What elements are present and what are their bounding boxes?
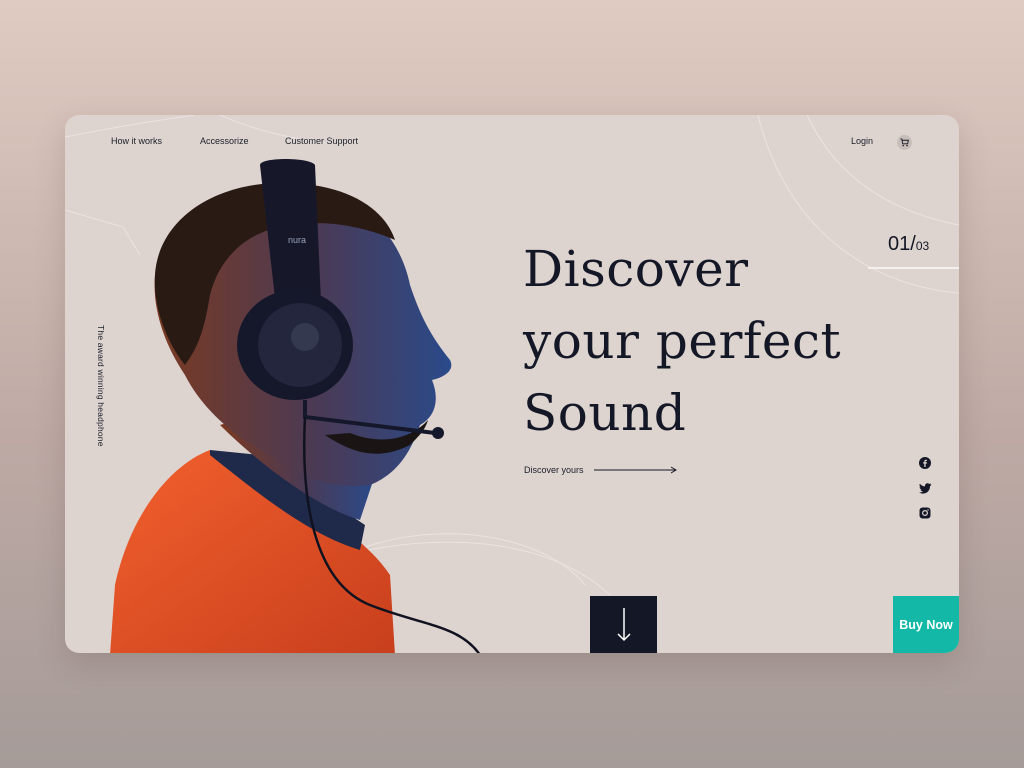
slide-progress-line [868, 267, 959, 269]
login-link[interactable]: Login [851, 136, 873, 146]
nav-link-accessorize[interactable]: Accessorize [200, 136, 249, 146]
arrow-down-icon [616, 607, 631, 641]
scroll-down-button[interactable] [590, 596, 657, 653]
cart-button[interactable] [897, 135, 912, 150]
discover-cta-label[interactable]: Discover yours [524, 465, 584, 475]
twitter-icon [918, 482, 931, 494]
hero-image: nura [110, 159, 481, 653]
headphone-brand-text: nura [288, 235, 306, 245]
slide-total: 03 [915, 239, 930, 253]
nav-link-how-it-works[interactable]: How it works [111, 136, 162, 146]
nav-link-customer-support[interactable]: Customer Support [285, 136, 358, 146]
slide-counter: 01/03 [888, 233, 929, 256]
login-label[interactable]: Login [851, 136, 873, 146]
arrow-right-icon [593, 466, 677, 474]
buy-now-button[interactable]: Buy Now [893, 596, 959, 653]
hero-headline: Discover your perfect Sound [523, 233, 883, 449]
nav-link-label[interactable]: Accessorize [200, 136, 249, 146]
twitter-link[interactable] [918, 481, 932, 495]
landing-card: How it works Accessorize Customer Suppor… [65, 115, 959, 653]
headline-line-1: Discover [523, 240, 749, 298]
discover-cta[interactable]: Discover yours [524, 465, 678, 475]
headline-line-3: Sound [523, 384, 687, 442]
headline-line-2: your perfect [523, 312, 842, 370]
nav-link-label[interactable]: Customer Support [285, 136, 358, 146]
cart-icon [900, 138, 909, 147]
facebook-icon [919, 457, 931, 469]
side-caption: The award winning headphone [96, 325, 106, 447]
instagram-link[interactable] [918, 506, 932, 520]
instagram-icon [919, 507, 931, 519]
nav-link-label[interactable]: How it works [111, 136, 162, 146]
facebook-link[interactable] [918, 456, 932, 470]
slide-current: 01 [888, 233, 911, 255]
